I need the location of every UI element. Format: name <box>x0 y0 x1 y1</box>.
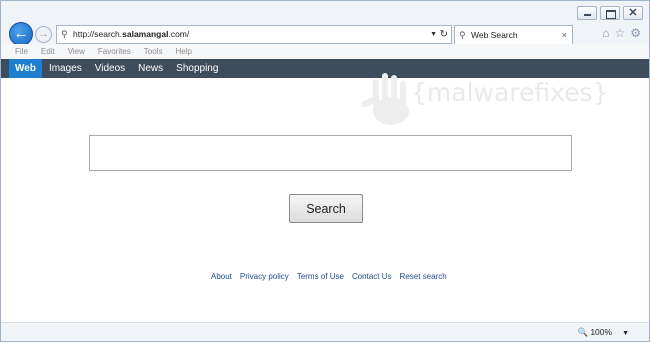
maximize-button[interactable] <box>600 6 620 20</box>
footer-link-reset-search[interactable]: Reset search <box>400 272 447 281</box>
address-url: http://search.salamangal.com/ <box>73 29 190 39</box>
search-icon: ⚲ <box>459 30 466 40</box>
menu-view[interactable]: View <box>68 44 85 59</box>
zoom-control[interactable]: 🔍 100% ▼ <box>578 325 629 341</box>
search-category-nav: Web Images Videos News Shopping <box>1 59 649 78</box>
window-controls: ✕ <box>577 6 643 20</box>
gear-icon[interactable]: ⚙ <box>630 26 641 40</box>
browser-window: ✕ ← → ⚲ http://search.salamangal.com/ ▼ … <box>0 0 650 342</box>
minimize-button[interactable] <box>577 6 597 20</box>
nav-videos[interactable]: Videos <box>89 59 131 78</box>
home-icon[interactable]: ⌂ <box>602 26 609 40</box>
close-tab-icon[interactable]: × <box>562 26 567 44</box>
zoom-icon: 🔍 <box>577 327 589 337</box>
menu-help[interactable]: Help <box>175 44 191 59</box>
search-input[interactable] <box>89 135 572 171</box>
refresh-icon[interactable]: ↻ <box>440 26 448 43</box>
watermark-text: {malwarefixes} <box>411 78 609 107</box>
status-bar: 🔍 100% ▼ <box>1 322 649 341</box>
nav-web[interactable]: Web <box>9 59 42 78</box>
footer-link-terms[interactable]: Terms of Use <box>297 272 344 281</box>
search-button[interactable]: Search <box>289 194 363 223</box>
menu-favorites[interactable]: Favorites <box>98 44 131 59</box>
nav-images[interactable]: Images <box>43 59 88 78</box>
footer-link-privacy[interactable]: Privacy policy <box>240 272 289 281</box>
footer-link-contact[interactable]: Contact Us <box>352 272 392 281</box>
menu-bar: File Edit View Favorites Tools Help <box>1 44 649 59</box>
nav-shopping[interactable]: Shopping <box>170 59 224 78</box>
browser-tools: ⌂ ☆ ⚙ <box>602 26 641 40</box>
nav-news[interactable]: News <box>132 59 169 78</box>
menu-edit[interactable]: Edit <box>41 44 55 59</box>
close-button[interactable]: ✕ <box>623 6 643 20</box>
forward-button[interactable]: → <box>35 26 52 43</box>
browser-chrome: ✕ ← → ⚲ http://search.salamangal.com/ ▼ … <box>1 1 649 46</box>
chevron-down-icon[interactable]: ▼ <box>622 330 629 337</box>
menu-tools[interactable]: Tools <box>144 44 163 59</box>
search-icon: ⚲ <box>61 29 68 39</box>
tab-title: Web Search <box>471 30 518 40</box>
back-button[interactable]: ← <box>9 22 33 46</box>
menu-file[interactable]: File <box>15 44 28 59</box>
footer-link-about[interactable]: About <box>211 272 232 281</box>
tab-web-search[interactable]: ⚲ Web Search × <box>454 25 573 45</box>
star-icon[interactable]: ☆ <box>614 26 625 40</box>
address-bar[interactable]: ⚲ http://search.salamangal.com/ ▼ ↻ <box>56 25 452 44</box>
zoom-level: 100% <box>590 327 613 337</box>
dropdown-icon[interactable]: ▼ <box>430 26 437 43</box>
footer-links: About Privacy policy Terms of Use Contac… <box>211 272 447 281</box>
